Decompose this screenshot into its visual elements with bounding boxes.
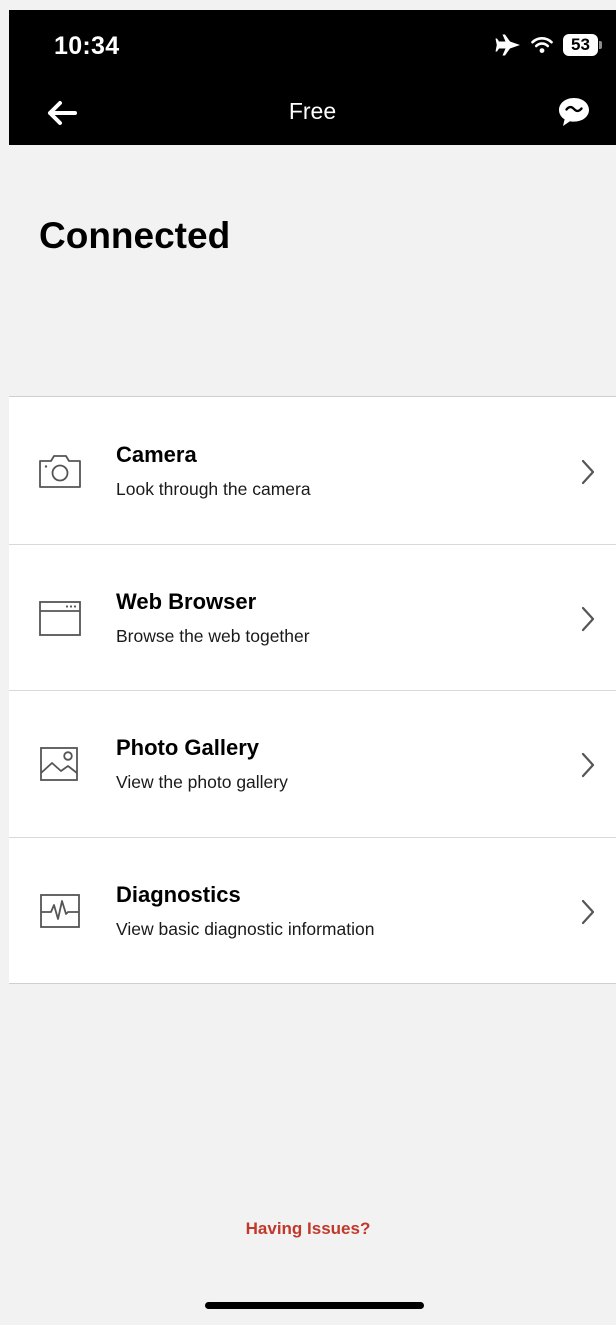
chevron-right-icon [581,752,595,778]
chat-bubble-icon[interactable] [556,94,592,130]
pulse-monitor-icon [40,893,80,928]
top-bar: 10:34 53 Free [9,10,616,145]
browser-window-icon [39,600,81,636]
chevron-right-icon [581,459,595,485]
nav-title: Free [288,98,337,124]
airplane-mode-icon [495,34,520,56]
item-subtitle: Browse the web together [116,625,310,646]
chevron-right-icon [581,899,595,924]
status-time: 10:34 [54,32,120,60]
item-title: Diagnostics [116,881,241,907]
item-title: Photo Gallery [116,735,260,760]
camera-icon [39,455,81,488]
battery-indicator: 53 [563,34,602,56]
item-subtitle: View the photo gallery [116,772,288,792]
having-issues-link[interactable]: Having Issues? [0,1219,616,1239]
feature-list: Camera Look through the camera Web Brows… [9,396,616,984]
battery-level: 53 [563,34,598,56]
list-item-diagnostics[interactable]: Diagnostics View basic diagnostic inform… [9,836,616,984]
item-title: Web Browser [116,588,257,614]
image-icon [40,747,78,781]
status-indicators: 53 [495,34,602,56]
battery-cap [599,41,602,49]
item-subtitle: Look through the camera [116,479,311,499]
app-screen: 10:34 53 Free Connected Camera Look thro… [0,0,616,1325]
page-title: Connected [39,215,231,256]
list-item-camera[interactable]: Camera Look through the camera [9,397,616,544]
chevron-right-icon [581,606,595,631]
list-item-web-browser[interactable]: Web Browser Browse the web together [9,543,616,691]
wifi-icon [531,37,553,53]
list-item-photo-gallery[interactable]: Photo Gallery View the photo gallery [9,690,616,837]
home-indicator [205,1302,424,1309]
item-subtitle: View basic diagnostic information [116,918,375,939]
item-title: Camera [116,442,197,467]
